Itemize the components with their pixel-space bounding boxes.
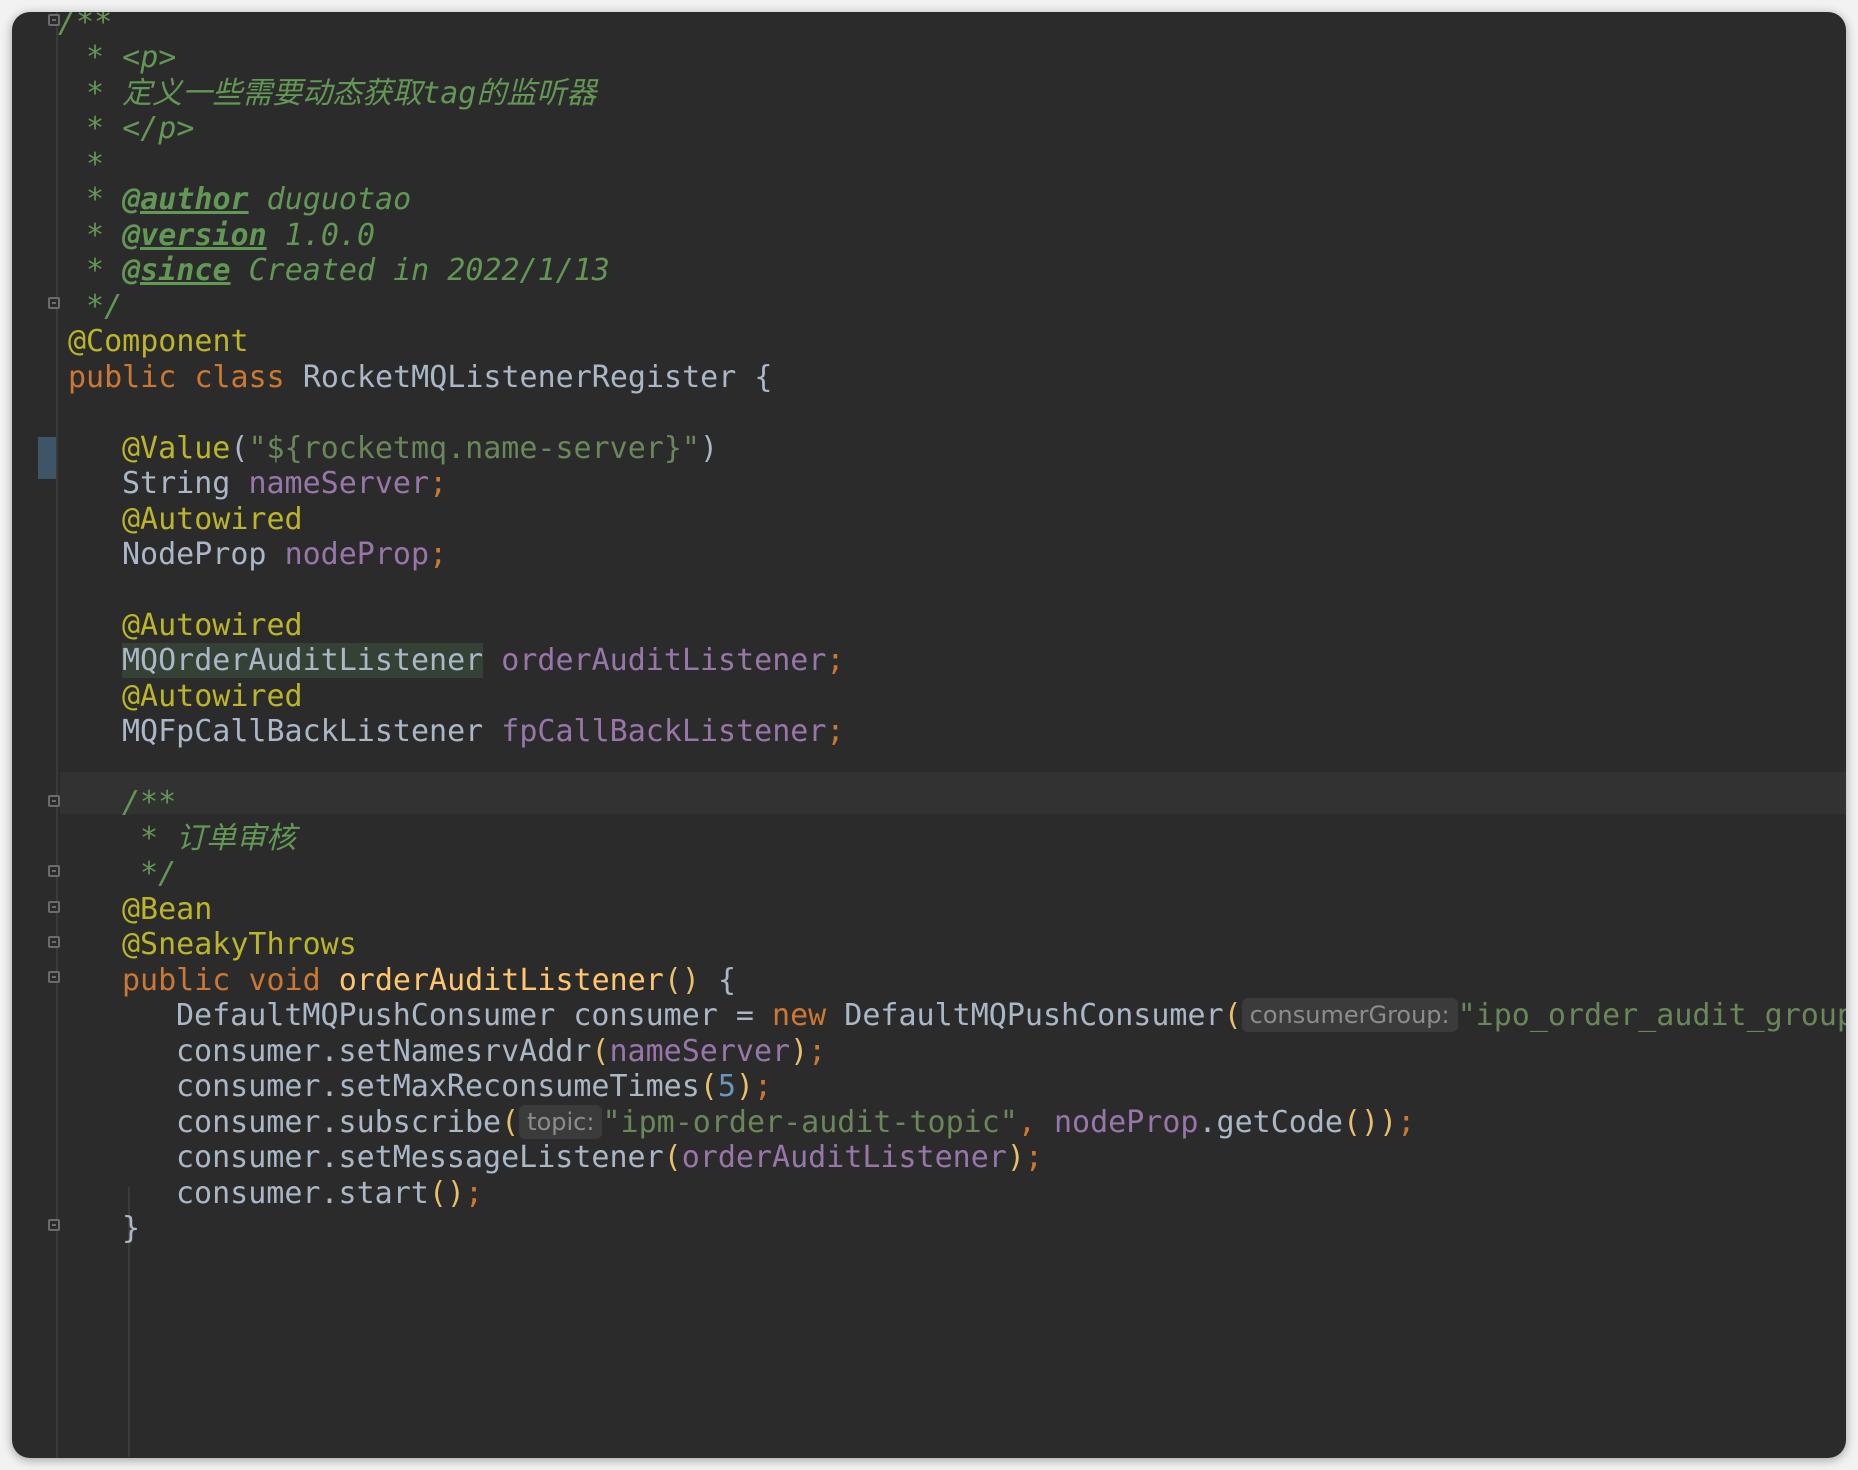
field-reference[interactable]: orderAuditListener bbox=[682, 1140, 1007, 1175]
semicolon: ; bbox=[465, 1176, 484, 1211]
annotation: @Value bbox=[122, 431, 231, 466]
annotation: @Autowired bbox=[122, 608, 303, 643]
method-call[interactable]: consumer.setMessageListener bbox=[176, 1140, 664, 1175]
type-name[interactable]: DefaultMQPushConsumer bbox=[176, 998, 555, 1033]
type-name[interactable]: String bbox=[122, 466, 230, 501]
gutter-line bbox=[56, 12, 58, 1458]
parameter-hint: consumerGroup: bbox=[1241, 998, 1458, 1032]
keyword: void bbox=[248, 963, 321, 998]
semicolon: ; bbox=[429, 466, 448, 501]
method-call[interactable]: consumer.start bbox=[176, 1176, 429, 1211]
string-literal: "ipo_order_audit_group" bbox=[1457, 998, 1846, 1033]
field-name[interactable]: nodeProp bbox=[285, 537, 430, 572]
string-literal: "${rocketmq.name-server}" bbox=[248, 431, 700, 466]
local-variable[interactable]: consumer bbox=[573, 998, 718, 1033]
semicolon: ; bbox=[826, 643, 845, 678]
current-line-highlight bbox=[60, 772, 1846, 814]
method-call[interactable]: consumer.setNamesrvAddr bbox=[176, 1034, 591, 1069]
field-reference[interactable]: nameServer bbox=[609, 1034, 790, 1069]
type-name-highlighted[interactable]: MQOrderAuditListener bbox=[122, 643, 484, 678]
brace: { bbox=[718, 963, 737, 998]
fold-marker-icon[interactable] bbox=[48, 865, 60, 877]
semicolon: ; bbox=[1024, 1140, 1043, 1175]
annotation: @Autowired bbox=[122, 679, 303, 714]
field-name[interactable]: nameServer bbox=[248, 466, 429, 501]
brace: } bbox=[122, 1211, 141, 1246]
code-line: public class RocketMQListenerRegister { bbox=[68, 357, 772, 399]
paren: () bbox=[663, 963, 700, 998]
brace: { bbox=[754, 360, 773, 395]
gutter-change-marker bbox=[38, 437, 56, 479]
comma: , bbox=[1017, 1105, 1036, 1140]
field-name[interactable]: fpCallBackListener bbox=[501, 714, 826, 749]
method-call[interactable]: consumer.subscribe bbox=[176, 1105, 501, 1140]
operator: = bbox=[735, 998, 754, 1033]
keyword: public bbox=[68, 360, 177, 395]
annotation: @SneakyThrows bbox=[122, 927, 357, 962]
method-call[interactable]: .getCode bbox=[1199, 1105, 1344, 1140]
doc-comment-text: * <p> bbox=[68, 40, 177, 75]
fold-marker-icon[interactable] bbox=[48, 936, 60, 948]
parameter-hint: topic: bbox=[519, 1105, 603, 1139]
semicolon: ; bbox=[808, 1034, 827, 1069]
doc-tag-value: duguotao bbox=[248, 182, 412, 217]
keyword: public bbox=[122, 963, 231, 998]
semicolon: ; bbox=[826, 714, 845, 749]
doc-comment-close: */ bbox=[68, 289, 123, 324]
fold-marker-icon[interactable] bbox=[48, 971, 60, 983]
code-line: MQFpCallBackListener fpCallBackListener; bbox=[122, 711, 844, 753]
keyword: new bbox=[772, 998, 827, 1033]
doc-tag[interactable]: @since bbox=[122, 253, 230, 288]
doc-comment-open: /** bbox=[122, 785, 177, 820]
keyword: class bbox=[194, 360, 285, 395]
doc-comment-text: * bbox=[68, 147, 105, 182]
doc-comment-text: * bbox=[68, 218, 123, 253]
semicolon: ; bbox=[1397, 1105, 1416, 1140]
fold-marker-icon[interactable] bbox=[48, 297, 60, 309]
semicolon: ; bbox=[429, 537, 448, 572]
class-name[interactable]: RocketMQListenerRegister bbox=[303, 360, 736, 395]
doc-comment-text: * bbox=[68, 253, 123, 288]
field-name[interactable]: orderAuditListener bbox=[501, 643, 826, 678]
field-reference[interactable]: nodeProp bbox=[1054, 1105, 1199, 1140]
number-literal: 5 bbox=[717, 1069, 736, 1104]
code-line: NodeProp nodeProp; bbox=[122, 534, 447, 576]
doc-comment-text: * 定义一些需要动态获取tag的监听器 bbox=[68, 76, 597, 111]
annotation: @Autowired bbox=[122, 502, 303, 537]
fold-marker-icon[interactable] bbox=[48, 901, 60, 913]
doc-tag[interactable]: @version bbox=[122, 218, 267, 253]
doc-comment-text: * bbox=[68, 182, 123, 217]
code-line: consumer.start(); bbox=[176, 1176, 484, 1211]
doc-tag[interactable]: @author bbox=[122, 182, 248, 217]
annotation: @Bean bbox=[122, 892, 213, 927]
type-name[interactable]: NodeProp bbox=[122, 537, 267, 572]
paren: ( bbox=[230, 431, 249, 466]
code-line: * @since Created in 2022/1/13 bbox=[68, 250, 610, 292]
editor-frame[interactable]: /** * <p> * 定义一些需要动态获取tag的监听器 * </p> * *… bbox=[12, 12, 1846, 1458]
code-line: } bbox=[122, 1208, 140, 1250]
annotation: @Component bbox=[68, 324, 249, 359]
paren: ) bbox=[699, 431, 719, 466]
fold-marker-icon[interactable] bbox=[48, 795, 60, 807]
doc-tag-value: Created in 2022/1/13 bbox=[230, 253, 610, 288]
type-name[interactable]: MQFpCallBackListener bbox=[122, 714, 483, 749]
method-name[interactable]: orderAuditListener bbox=[339, 963, 664, 998]
string-literal: "ipm-order-audit-topic" bbox=[602, 1105, 1018, 1140]
fold-marker-icon[interactable] bbox=[48, 1219, 60, 1231]
semicolon: ; bbox=[753, 1069, 773, 1104]
constructor-call[interactable]: DefaultMQPushConsumer bbox=[844, 998, 1223, 1033]
doc-tag-value: 1.0.0 bbox=[266, 218, 376, 253]
doc-comment-close: */ bbox=[122, 856, 177, 891]
doc-comment-text: * </p> bbox=[68, 111, 195, 146]
method-call[interactable]: consumer.setMaxReconsumeTimes bbox=[176, 1069, 700, 1104]
doc-comment-open: /** bbox=[58, 12, 113, 40]
doc-comment-text: * 订单审核 bbox=[122, 821, 297, 856]
